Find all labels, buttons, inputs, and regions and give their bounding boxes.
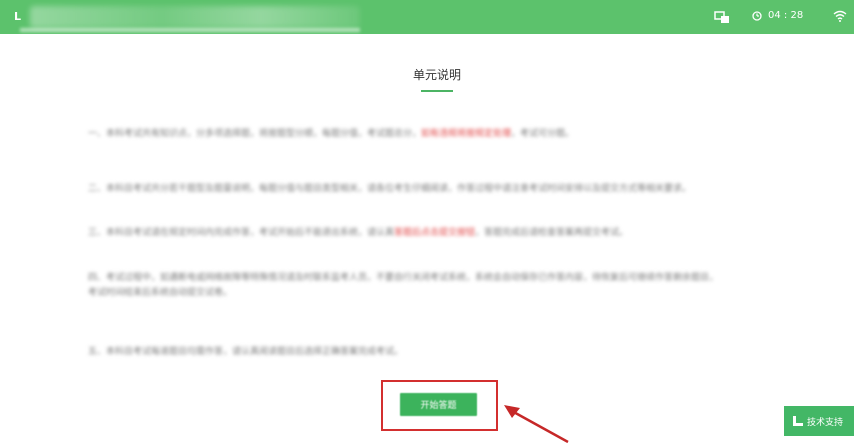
instruction-paragraph-3: 三、本科目考试请在规定时间内完成作答，考试开始后不能退出系统，请认真答题后点击提… (88, 228, 629, 238)
monitor-icon[interactable] (714, 10, 730, 24)
timer-value: 04 : 28 (768, 10, 804, 21)
pointer-arrow (504, 405, 569, 443)
instruction-paragraph-4-line-2: 考试时间结束后系统自动提交试卷。 (88, 288, 228, 298)
countdown-timer: 04 : 28 (752, 10, 803, 21)
start-answering-button[interactable]: 开始答题 (400, 393, 477, 416)
top-bar: L 04 : 28 (0, 0, 854, 34)
title-underline (421, 90, 453, 92)
blurred-header-info (30, 6, 360, 28)
instruction-paragraph-5: 五、本科目考试每道题目均需作答，请认真阅读题目后选择正确答案完成考试。 (88, 347, 404, 357)
tech-support-label: 技术支持 (807, 417, 844, 428)
clock-icon (752, 10, 762, 21)
support-icon (793, 416, 803, 426)
instruction-paragraph-2: 二、本科目考试共分若干题型及题量说明，每题分值与题目类型相关，请各位考生仔细阅读… (88, 184, 692, 194)
instruction-paragraph-4: 四、考试过程中，如遇断电或网络故障等特殊情况请及时联系监考人员，不要自行关闭考试… (88, 273, 719, 283)
wifi-icon (833, 10, 847, 22)
app-logo: L (14, 10, 22, 23)
page-title: 单元说明 (412, 68, 461, 82)
instruction-paragraph-1: 一、本科考试共有知识点，分多项选择题，将按题型分顺，每题分值，考试题总分，如有违… (88, 129, 575, 139)
tech-support-button[interactable]: 技术支持 (784, 406, 854, 436)
blurred-header-underline (20, 28, 360, 32)
